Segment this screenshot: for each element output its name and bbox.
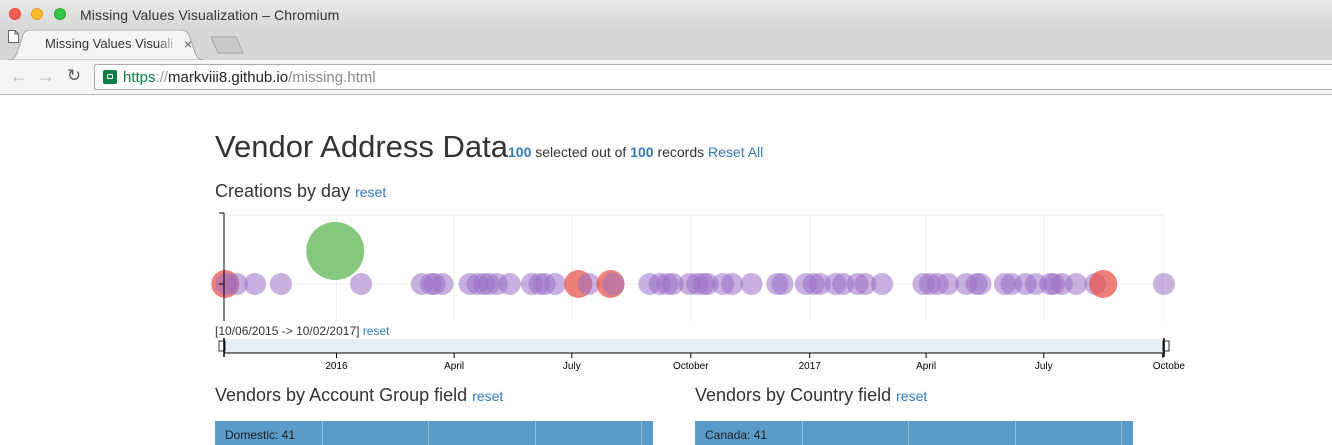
x-tick-label: July [563,361,581,372]
account-group-bar-domestic[interactable]: Domestic: 41 [215,421,653,445]
tab-title-fade [158,34,178,54]
secure-lock-icon[interactable] [103,70,117,84]
new-tab-button[interactable] [210,36,244,54]
url-text[interactable]: https://markviii8.github.io/missing.html [123,69,376,86]
bar-gridline [535,421,536,445]
data-bubble[interactable] [306,222,365,280]
forward-arrow-icon[interactable]: → [36,66,56,86]
bar-gridline [1015,421,1016,445]
data-bubble[interactable] [1153,273,1175,295]
back-arrow-icon[interactable]: ← [9,66,29,86]
url-scheme: https [123,69,156,86]
bar-gridline [641,421,642,445]
data-bubble[interactable] [269,273,292,295]
bar-gridline [1121,421,1122,445]
range-reset-link[interactable]: reset [363,324,390,338]
data-bubble[interactable] [771,273,794,295]
bar-label: Canada: 41 [705,428,768,442]
range-selector-background [224,339,1164,353]
data-bubble[interactable] [498,273,521,295]
page-content: Vendor Address Data 100 selected out of … [0,95,1332,445]
data-bubble[interactable] [577,273,600,295]
window-title: Missing Values Visualization – Chromium [80,7,340,23]
minimize-window-button[interactable] [31,8,43,20]
bar-gridline [428,421,429,445]
browser-tab-active[interactable]: Missing Values Visualization × [8,30,205,60]
account-group-reset-link[interactable]: reset [472,388,503,404]
data-bubble[interactable] [1089,270,1118,298]
data-bubble[interactable] [350,273,373,295]
x-tick-label: Octobe [1153,361,1186,372]
x-tick-label: April [444,361,464,372]
data-bubble[interactable] [871,273,894,295]
data-bubble[interactable] [969,273,992,295]
country-heading-text: Vendors by Country field [695,385,892,405]
reload-icon[interactable]: ↻ [64,66,84,86]
data-bubble[interactable] [431,273,454,295]
chart-gridlines [224,214,1164,321]
url-separator: :// [155,69,169,86]
data-bubble[interactable] [1065,273,1088,295]
data-bubble[interactable] [602,273,625,295]
country-heading: Vendors by Country field reset [695,385,927,406]
range-dates: [10/06/2015 -> 10/02/2017] [215,324,360,338]
window-title-bar: Missing Values Visualization – Chromium [0,0,1332,30]
account-group-heading: Vendors by Account Group field reset [215,385,503,406]
range-summary: [10/06/2015 -> 10/02/2017] reset [215,324,390,338]
bar-gridline [908,421,909,445]
url-path: /missing.html [288,69,376,86]
x-tick-label: July [1035,361,1053,372]
account-group-heading-text: Vendors by Account Group field [215,385,468,405]
tab-close-icon[interactable]: × [184,35,192,53]
country-reset-link[interactable]: reset [896,388,927,404]
maximize-window-button[interactable] [54,8,66,20]
bar-gridline [322,421,323,445]
page-icon [8,30,19,43]
data-bubble[interactable] [740,273,763,295]
tab-title: Missing Values Visualization [45,36,173,51]
x-tick-label: 2017 [799,361,822,372]
creations-bubble-chart: 2016 April July October 2017 April July Octobe [211,212,1185,372]
x-tick-label: 2016 [325,361,348,372]
bar-label: Domestic: 41 [225,428,296,442]
chart-bubbles [211,222,1175,298]
bar-gridline [802,421,803,445]
url-host: markviii8.github.io [168,69,289,86]
browser-toolbar: ← → ↻ https://markviii8.github.io/missin… [0,60,1332,95]
data-bubble[interactable] [544,273,567,295]
close-window-button[interactable] [9,8,21,20]
data-bubble[interactable] [244,273,267,295]
address-bar[interactable]: https://markviii8.github.io/missing.html [94,64,1332,90]
data-bubble[interactable] [721,273,744,295]
x-tick-label: April [916,361,936,372]
chart-tick-labels: 2016 April July October 2017 April July Octobe [325,361,1185,372]
country-bar-canada[interactable]: Canada: 41 [695,421,1133,445]
x-tick-label: October [673,361,709,372]
